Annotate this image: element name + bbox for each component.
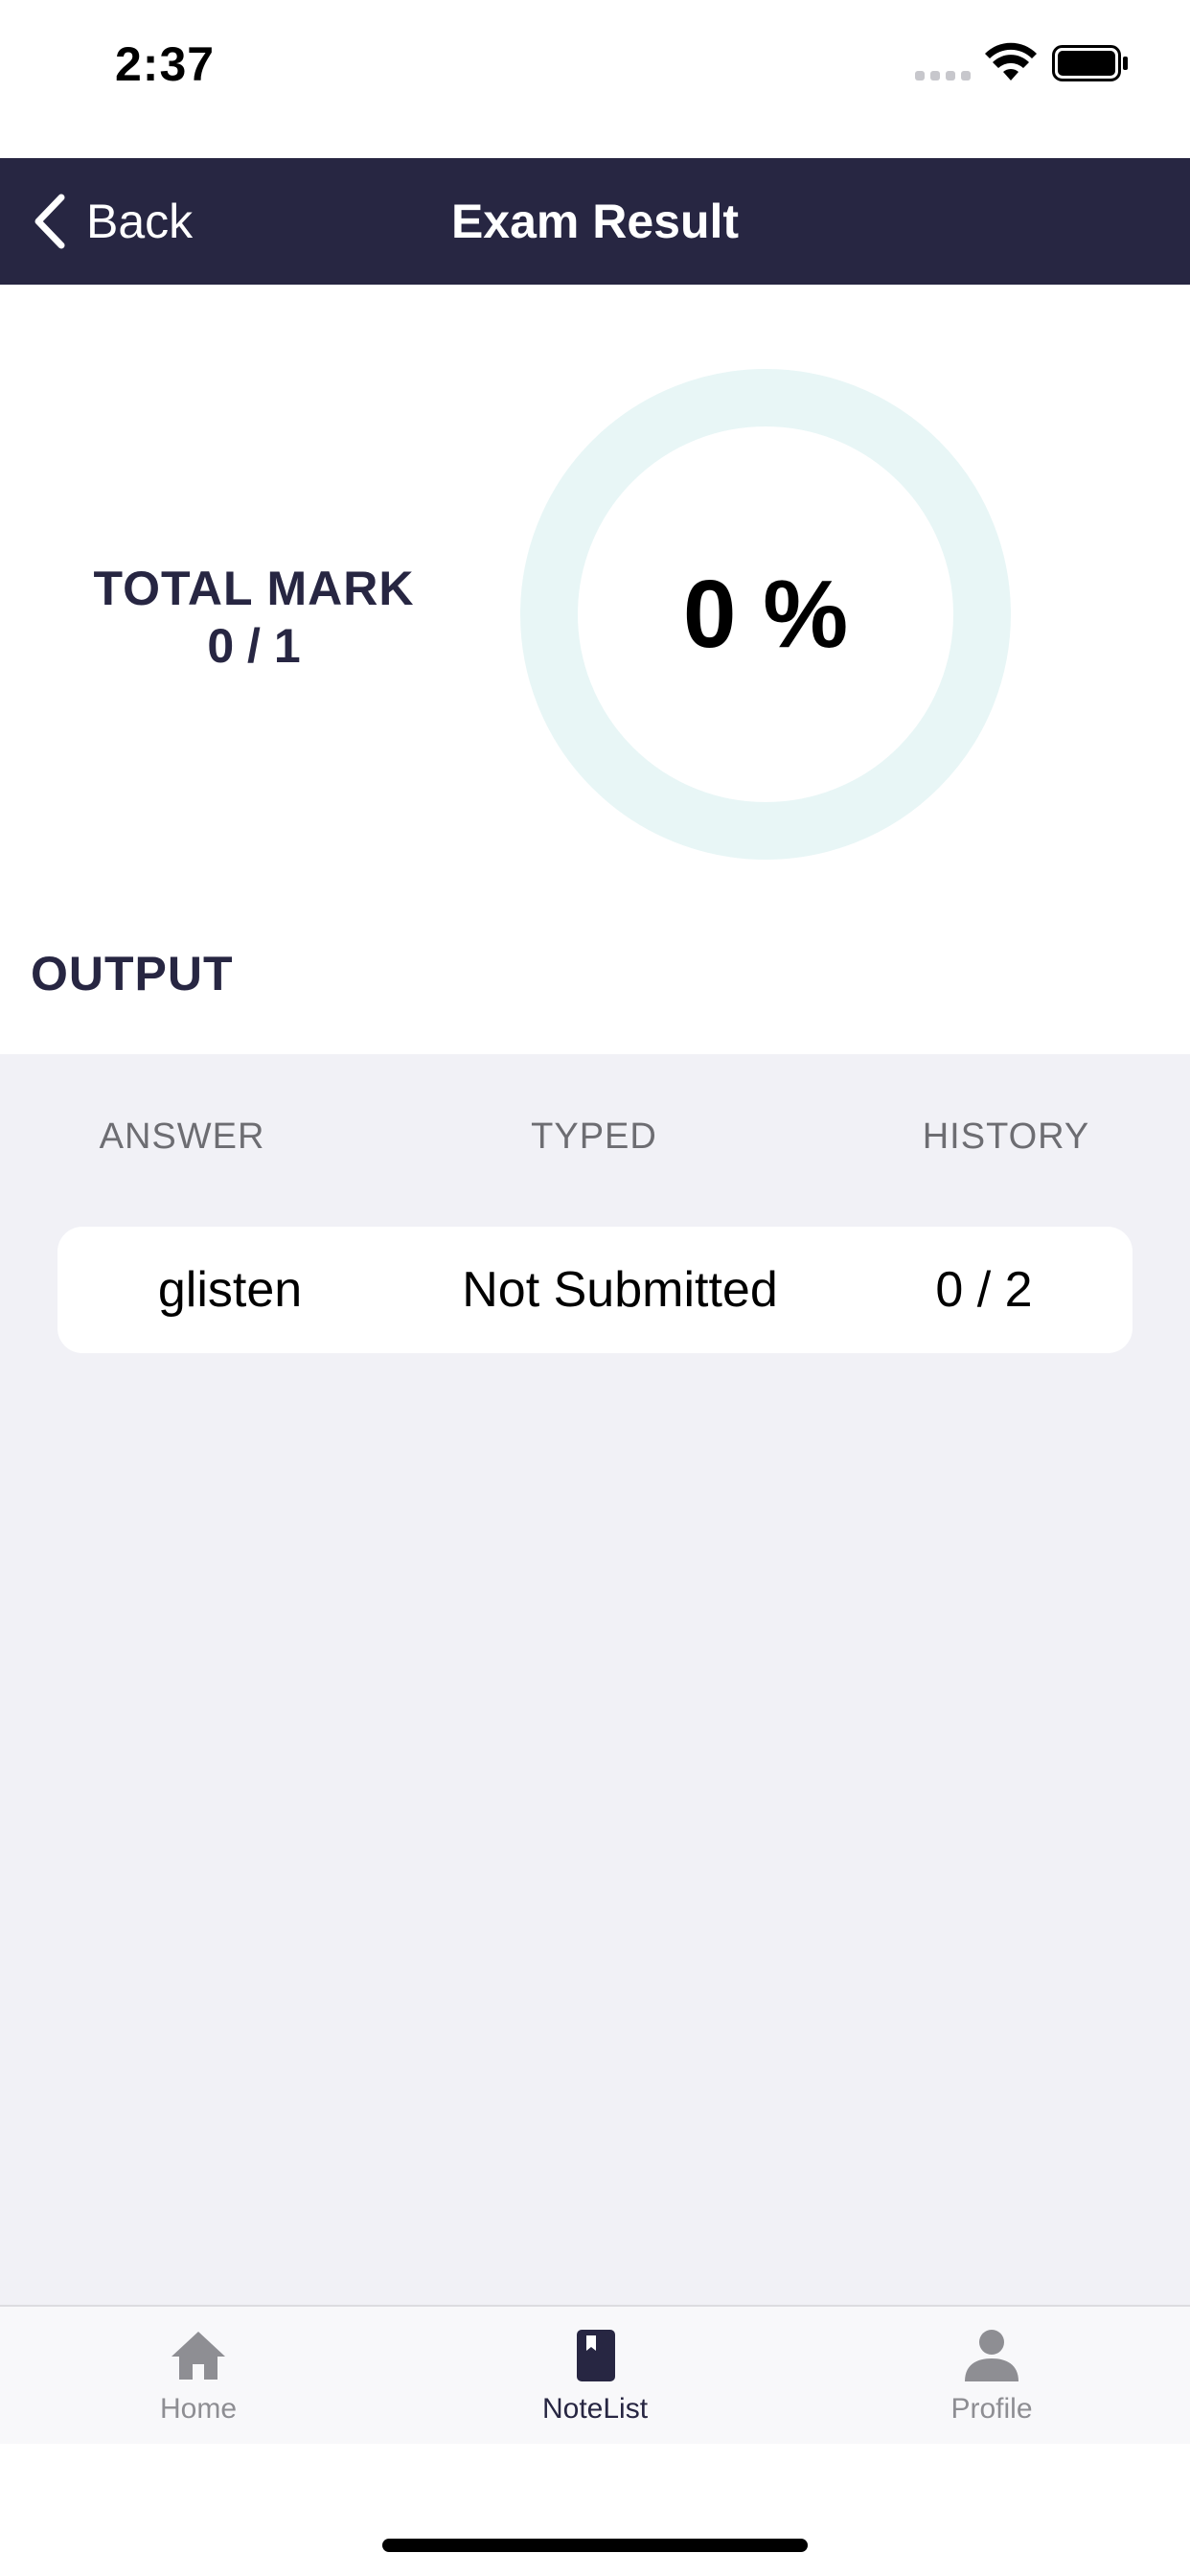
cellular-signal-icon — [915, 71, 971, 80]
column-headers: ANSWER TYPED HISTORY — [0, 1116, 1190, 1166]
history-cell: 0 / 2 — [935, 1262, 1033, 1318]
column-header-answer: ANSWER — [99, 1116, 265, 1157]
typed-cell: Not Submitted — [462, 1262, 778, 1318]
tab-bar: Home NoteList Profile — [0, 2305, 1190, 2444]
tab-home[interactable]: Home — [55, 2307, 342, 2446]
tab-profile[interactable]: Profile — [848, 2307, 1135, 2446]
back-label: Back — [86, 195, 194, 248]
back-button[interactable]: Back — [29, 158, 193, 285]
answer-cell: glisten — [157, 1262, 303, 1318]
chevron-left-icon — [34, 194, 65, 249]
house-icon — [172, 2332, 225, 2380]
home-indicator[interactable] — [382, 2539, 808, 2552]
result-row[interactable]: glisten Not Submitted 0 / 2 — [57, 1227, 1133, 1353]
person-icon — [965, 2330, 1018, 2381]
tab-home-label: Home — [159, 2393, 238, 2425]
status-bar: 2:37 — [0, 0, 1190, 158]
output-section-title: OUTPUT — [31, 947, 234, 1000]
total-mark-label: TOTAL MARK — [93, 562, 415, 615]
column-header-typed: TYPED — [531, 1116, 657, 1157]
home-indicator-area — [0, 2444, 1190, 2576]
wifi-icon — [985, 42, 1037, 80]
output-list: ANSWER TYPED HISTORY glisten Not Submitt… — [0, 1054, 1190, 2305]
status-time: 2:37 — [115, 37, 216, 91]
tab-notelist-label: NoteList — [541, 2393, 649, 2425]
tab-notelist[interactable]: NoteList — [451, 2307, 739, 2446]
notebook-icon — [577, 2330, 615, 2381]
tab-profile-label: Profile — [950, 2393, 1033, 2425]
total-mark-value: 0 / 1 — [207, 619, 301, 673]
column-header-history: HISTORY — [922, 1116, 1090, 1157]
battery-icon — [1052, 45, 1128, 81]
total-mark: TOTAL MARK 0 / 1 — [57, 560, 450, 675]
navigation-bar: Exam Result Back — [0, 158, 1190, 285]
score-percent: 0 % — [682, 560, 849, 668]
result-summary: TOTAL MARK 0 / 1 0 % OUTPUT — [0, 285, 1190, 1054]
